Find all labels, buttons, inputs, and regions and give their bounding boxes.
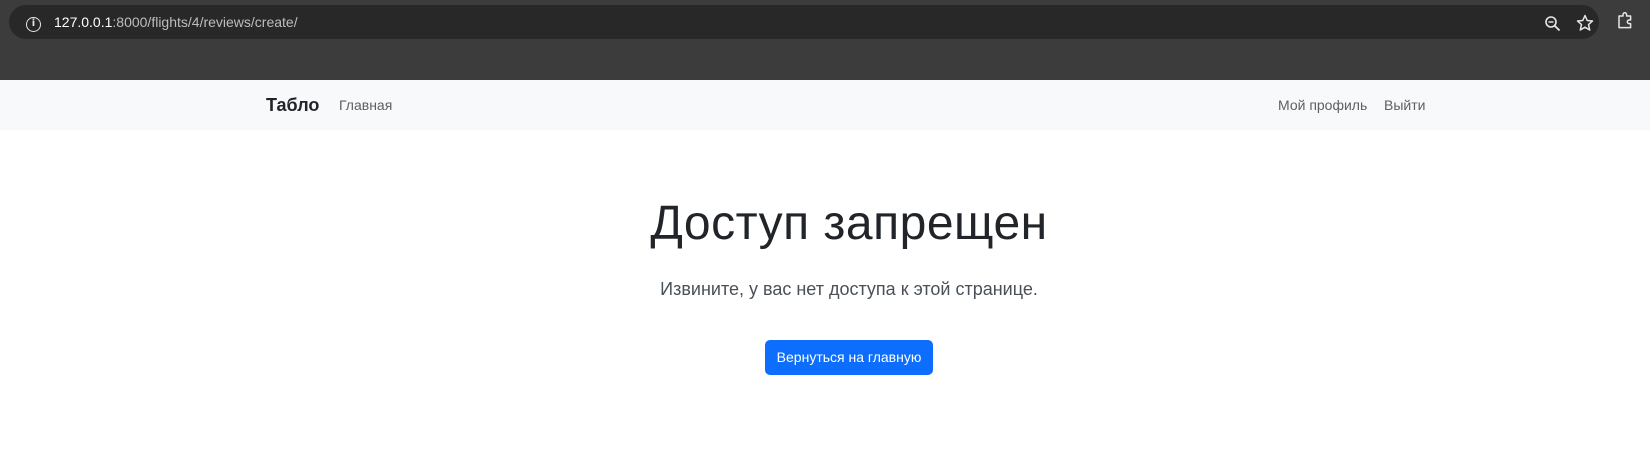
nav-link-home[interactable]: Главная — [339, 80, 392, 130]
nav-link-logout[interactable]: Выйти — [1384, 80, 1425, 130]
address-bar[interactable]: i 127.0.0.1:8000/flights/4/reviews/creat… — [9, 5, 1599, 39]
navbar-brand[interactable]: Табло — [266, 80, 319, 130]
url-host: 127.0.0.1 — [54, 14, 113, 30]
star-icon[interactable] — [1576, 14, 1594, 32]
nav-link-profile[interactable]: Мой профиль — [1278, 80, 1367, 130]
browser-chrome: i 127.0.0.1:8000/flights/4/reviews/creat… — [0, 0, 1650, 80]
back-home-button[interactable]: Вернуться на главную — [765, 340, 933, 375]
url-path: :8000/flights/4/reviews/create/ — [112, 14, 298, 30]
zoom-icon[interactable] — [1544, 15, 1562, 33]
url-text[interactable]: 127.0.0.1:8000/flights/4/reviews/create/ — [54, 5, 298, 39]
info-icon[interactable]: i — [26, 17, 41, 32]
navbar: Табло Главная Мой профиль Выйти — [0, 80, 1650, 130]
error-message: Извините, у вас нет доступа к этой стран… — [660, 279, 1038, 299]
main-content: Доступ запрещен Извините, у вас нет дост… — [0, 130, 1650, 464]
page-title: Доступ запрещен — [650, 197, 1048, 250]
extensions-icon[interactable] — [1616, 11, 1634, 29]
